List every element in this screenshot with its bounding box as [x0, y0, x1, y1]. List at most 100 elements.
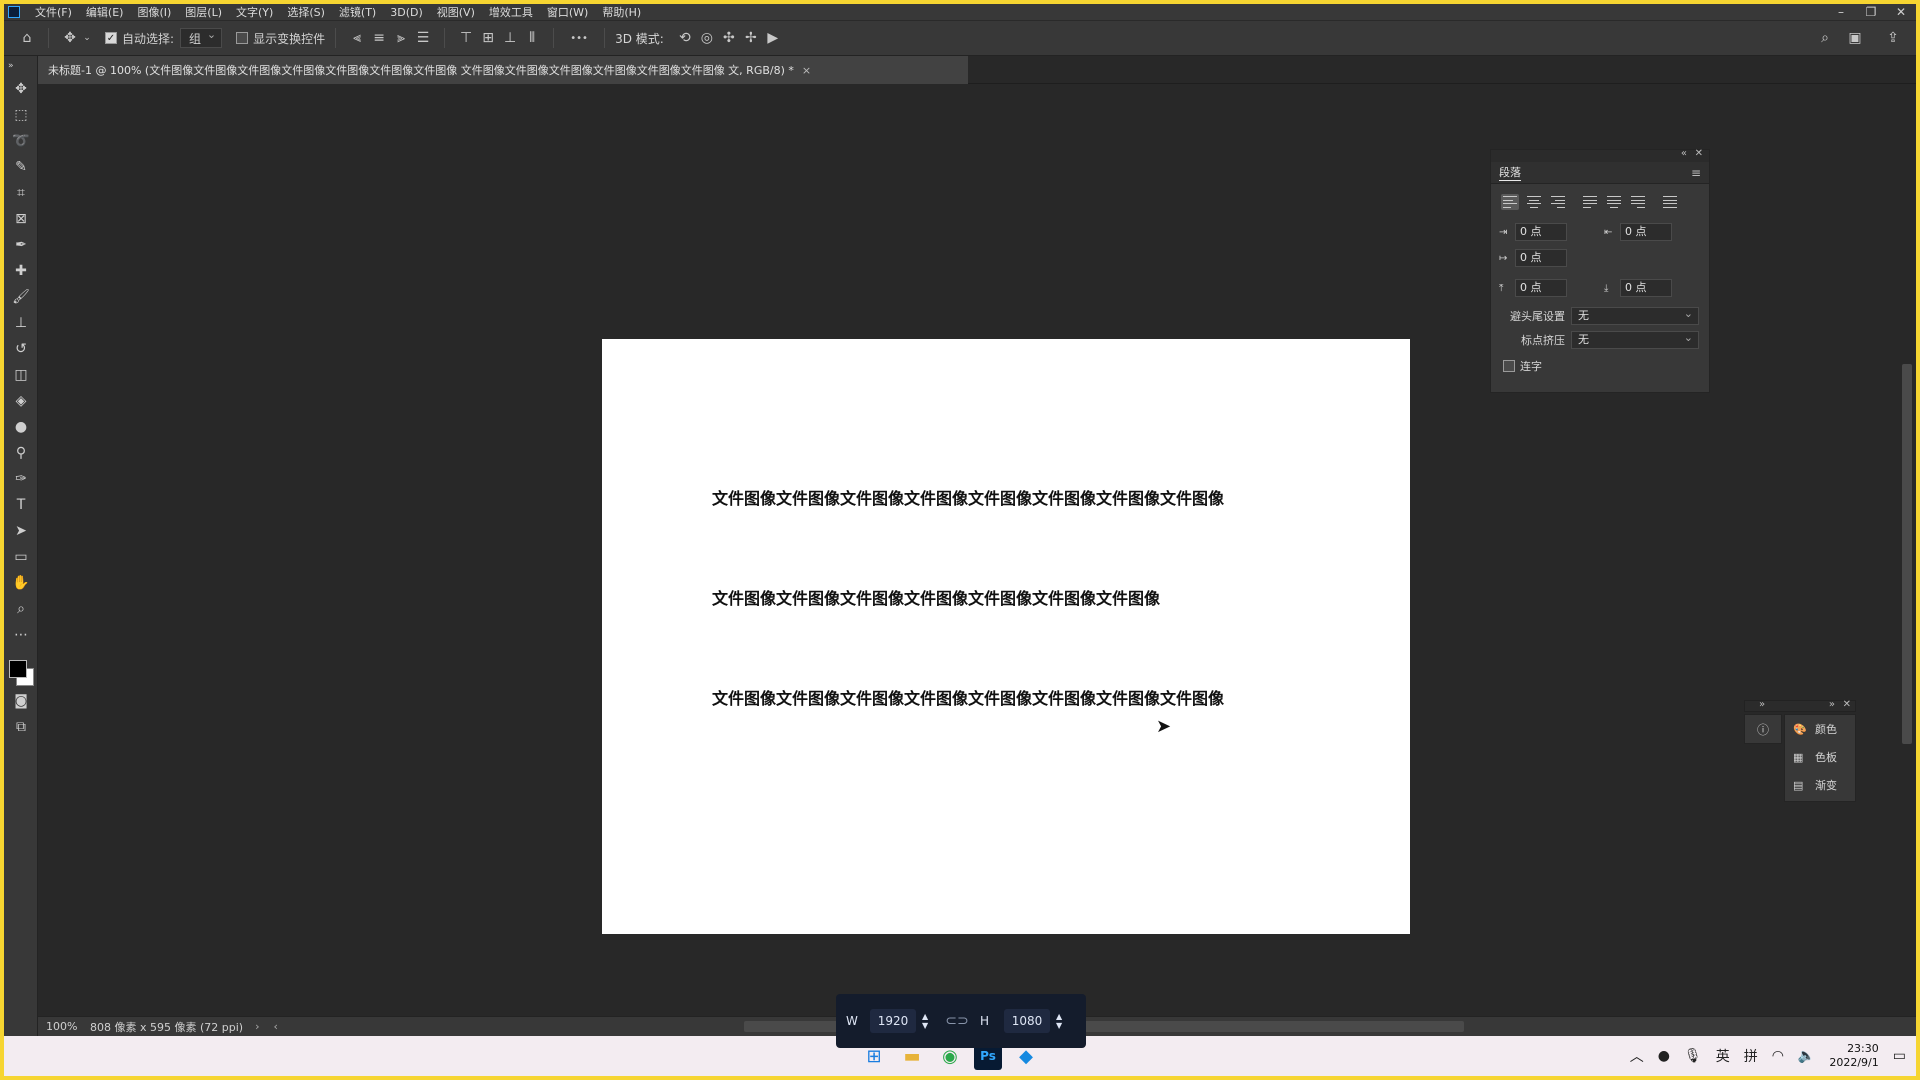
document-canvas[interactable]: 文件图像文件图像文件图像文件图像文件图像文件图像文件图像文件图像 文件图像文件图…: [602, 339, 1410, 934]
frame-tool-icon[interactable]: ⊠: [4, 206, 38, 232]
more-tools-icon[interactable]: ⋯: [4, 622, 38, 648]
justify-all-button[interactable]: [1661, 194, 1679, 210]
menu-window[interactable]: 窗口(W): [540, 4, 595, 20]
home-icon[interactable]: ⌂: [16, 27, 38, 49]
canvas-text-line[interactable]: 文件图像文件图像文件图像文件图像文件图像文件图像文件图像文件图像: [712, 685, 1224, 709]
tray-overflow-icon[interactable]: ︿: [1630, 1046, 1644, 1066]
rectangle-tool-icon[interactable]: ▭: [4, 544, 38, 570]
menu-file[interactable]: 文件(F): [28, 4, 79, 20]
expand-panel-icon[interactable]: »: [1759, 699, 1765, 710]
panel-menu-icon[interactable]: ≡: [1691, 166, 1701, 180]
hyphenate-checkbox[interactable]: [1503, 360, 1515, 372]
move-tool-icon[interactable]: ✥: [4, 76, 38, 102]
screen-mode-icon[interactable]: ⧉: [4, 714, 38, 740]
indent-first-line-input[interactable]: 0 点: [1515, 249, 1567, 267]
mojikumi-dropdown[interactable]: 无: [1571, 330, 1699, 349]
clone-stamp-tool-icon[interactable]: ⊥: [4, 310, 38, 336]
search-icon[interactable]: ⌕: [1814, 27, 1836, 49]
auto-select-checkbox[interactable]: ✓: [105, 32, 117, 44]
justify-last-left-button[interactable]: [1581, 194, 1599, 210]
tray-app-icon[interactable]: ●: [1658, 1048, 1670, 1064]
auto-select-option[interactable]: ✓ 自动选择: 组: [105, 21, 223, 55]
align-left-edges-icon[interactable]: ⫷: [346, 27, 368, 49]
workspace-icon[interactable]: ▣: [1844, 27, 1866, 49]
paragraph-panel-title[interactable]: 段落: [1499, 164, 1521, 181]
collapse-panel-icon[interactable]: «: [1681, 148, 1687, 159]
eraser-tool-icon[interactable]: ◫: [4, 362, 38, 388]
indent-right-input[interactable]: 0 点: [1620, 223, 1672, 241]
brush-tool-icon[interactable]: 🖌: [4, 284, 38, 310]
height-stepper-icon[interactable]: ▲ ▼: [1056, 1012, 1068, 1030]
eyedropper-tool-icon[interactable]: ✒: [4, 232, 38, 258]
expand-panel-icon[interactable]: »: [1829, 699, 1835, 710]
canvas-text-line[interactable]: 文件图像文件图像文件图像文件图像文件图像文件图像文件图像文件图像: [712, 485, 1224, 509]
indent-left-input[interactable]: 0 点: [1515, 223, 1567, 241]
align-right-edges-icon[interactable]: ⫸: [390, 27, 412, 49]
slide-3d-icon[interactable]: ✢: [740, 27, 762, 49]
chevron-right-icon[interactable]: ›: [255, 1020, 259, 1033]
document-tab[interactable]: 未标题-1 @ 100% (文件图像文件图像文件图像文件图像文件图像文件图像文件…: [38, 56, 968, 84]
ime-language[interactable]: 英: [1716, 1046, 1730, 1066]
more-options-icon[interactable]: •••: [564, 27, 594, 49]
share-icon[interactable]: ⇪: [1882, 27, 1904, 49]
type-tool-icon[interactable]: T: [4, 492, 38, 518]
path-select-tool-icon[interactable]: ➤: [4, 518, 38, 544]
align-center-button[interactable]: [1525, 194, 1543, 210]
menu-plugins[interactable]: 增效工具: [482, 4, 540, 20]
height-input[interactable]: 1080: [1004, 1009, 1050, 1033]
toolbar-collapse-icon[interactable]: »: [4, 56, 38, 76]
zoom-tool-icon[interactable]: ⌕: [4, 596, 38, 622]
info-panel-icon[interactable]: ⓘ: [1744, 714, 1782, 744]
document-info[interactable]: 808 像素 x 595 像素 (72 ppi): [82, 1019, 243, 1035]
width-stepper-icon[interactable]: ▲ ▼: [922, 1012, 934, 1030]
width-input[interactable]: 1920: [870, 1009, 916, 1033]
justify-last-right-button[interactable]: [1629, 194, 1647, 210]
dodge-tool-icon[interactable]: ⚲: [4, 440, 38, 466]
ime-mode[interactable]: 拼: [1744, 1046, 1758, 1066]
paint-bucket-tool-icon[interactable]: ◈: [4, 388, 38, 414]
align-bottom-edges-icon[interactable]: ⊥: [499, 27, 521, 49]
chevron-left-icon[interactable]: ‹: [274, 1020, 278, 1033]
minimize-icon[interactable]: –: [1826, 4, 1856, 20]
space-before-input[interactable]: 0 点: [1515, 279, 1567, 297]
menu-help[interactable]: 帮助(H): [595, 4, 648, 20]
show-transform-checkbox[interactable]: [236, 32, 249, 44]
close-panel-icon[interactable]: ✕: [1695, 148, 1703, 159]
canvas-text-line[interactable]: 文件图像文件图像文件图像文件图像文件图像文件图像文件图像: [712, 585, 1160, 609]
blur-tool-icon[interactable]: ●: [4, 414, 38, 440]
menu-select[interactable]: 选择(S): [280, 4, 332, 20]
color-swatches[interactable]: [4, 648, 38, 688]
camera-3d-icon[interactable]: ▶: [762, 27, 784, 49]
drag-3d-icon[interactable]: ✣: [718, 27, 740, 49]
quick-mask-icon[interactable]: ◙: [4, 688, 38, 714]
quick-select-tool-icon[interactable]: ✎: [4, 154, 38, 180]
wifi-icon[interactable]: ◠: [1772, 1048, 1784, 1064]
menu-view[interactable]: 视图(V): [430, 4, 482, 20]
clock[interactable]: 23:30 2022/9/1: [1829, 1042, 1878, 1070]
notification-icon[interactable]: ▭: [1893, 1048, 1906, 1064]
distribute-vertical-icon[interactable]: ☰: [412, 27, 434, 49]
menu-image[interactable]: 图像(I): [130, 4, 178, 20]
microphone-icon[interactable]: 🎙: [1684, 1048, 1702, 1064]
distribute-horizontal-icon[interactable]: ⦀: [521, 27, 543, 49]
justify-last-center-button[interactable]: [1605, 194, 1623, 210]
vertical-scrollbar[interactable]: [1902, 364, 1912, 744]
hyphenate-row[interactable]: 连字: [1491, 358, 1709, 374]
hand-tool-icon[interactable]: ✋: [4, 570, 38, 596]
menu-layer[interactable]: 图层(L): [178, 4, 229, 20]
link-icon[interactable]: ⊂⊃: [944, 1013, 970, 1029]
align-horizontal-centers-icon[interactable]: ≡: [368, 27, 390, 49]
gradient-panel-button[interactable]: ▤ 渐变: [1785, 771, 1855, 799]
align-top-edges-icon[interactable]: ⊤: [455, 27, 477, 49]
menu-3d[interactable]: 3D(D): [383, 6, 430, 19]
crop-tool-icon[interactable]: ⌗: [4, 180, 38, 206]
swatches-panel-button[interactable]: ▦ 色板: [1785, 743, 1855, 771]
color-panel-button[interactable]: 🎨 颜色: [1785, 715, 1855, 743]
history-brush-tool-icon[interactable]: ↺: [4, 336, 38, 362]
kinsoku-dropdown[interactable]: 无: [1571, 306, 1699, 325]
close-panel-icon[interactable]: ✕: [1843, 699, 1851, 710]
menu-filter[interactable]: 滤镜(T): [332, 4, 383, 20]
align-right-button[interactable]: [1549, 194, 1567, 210]
menu-edit[interactable]: 编辑(E): [79, 4, 131, 20]
move-tool-icon[interactable]: ✥: [59, 27, 81, 49]
